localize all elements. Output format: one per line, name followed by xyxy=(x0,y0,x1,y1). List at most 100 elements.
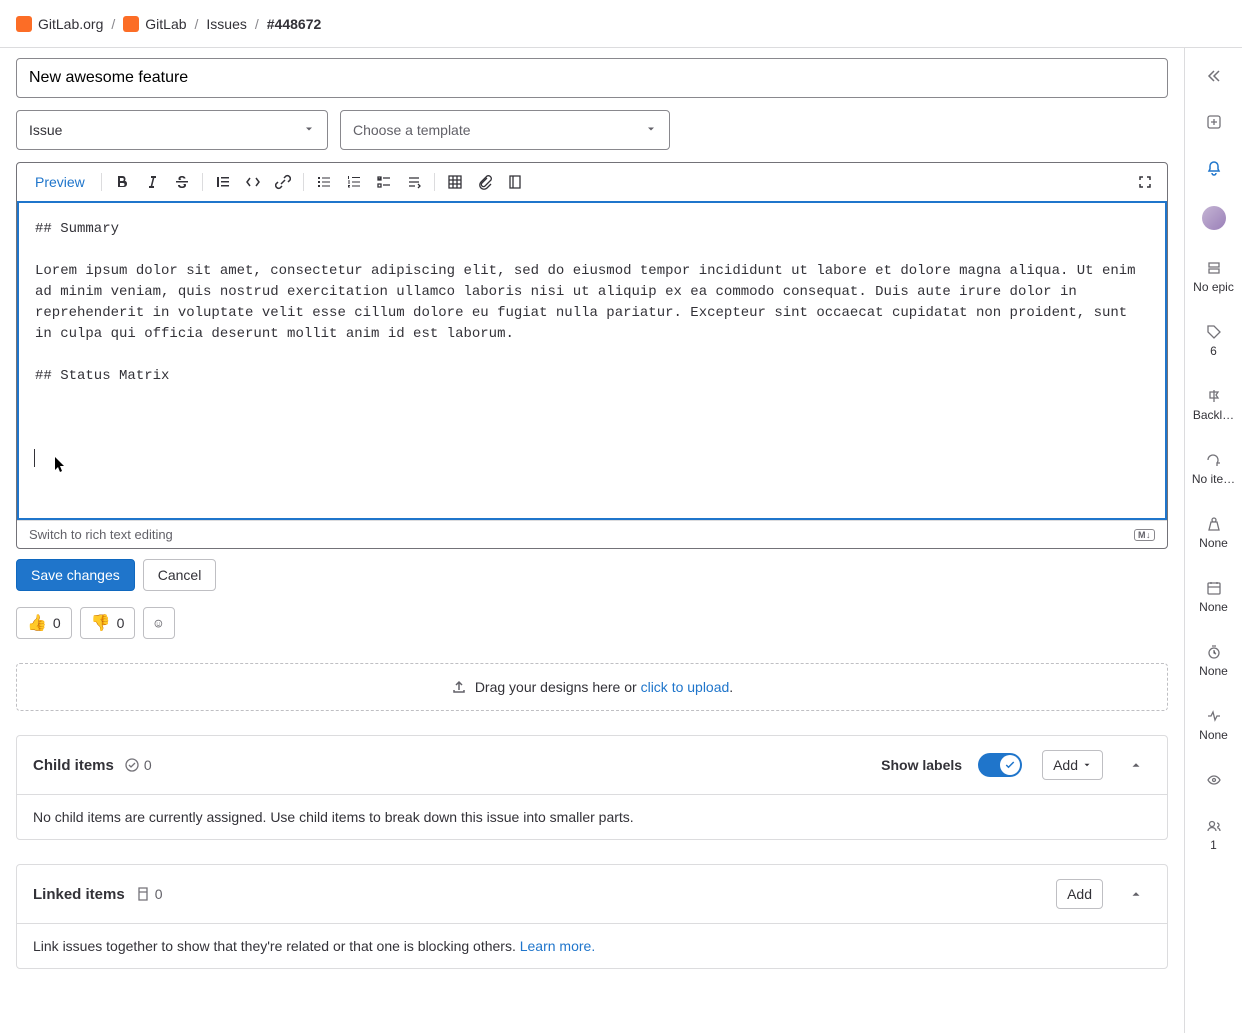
chevron-up-icon xyxy=(1129,758,1143,772)
sidebar-health[interactable]: None xyxy=(1199,708,1228,742)
sidebar-assignee[interactable] xyxy=(1202,206,1226,230)
issue-icon xyxy=(124,757,140,773)
chevron-up-icon xyxy=(1129,887,1143,901)
linked-items-add-button[interactable]: Add xyxy=(1056,879,1103,909)
linked-items-collapse[interactable] xyxy=(1121,879,1151,909)
thumbs-up-count: 0 xyxy=(53,615,61,631)
thumbs-up-reaction[interactable]: 👍 0 xyxy=(16,607,72,639)
sidebar-iteration[interactable]: No ite… xyxy=(1192,452,1235,486)
sidebar-health-label: None xyxy=(1199,728,1228,742)
sidebar-participants[interactable]: 1 xyxy=(1206,818,1222,852)
markdown-badge[interactable]: M↓ xyxy=(1134,529,1155,541)
sidebar-notifications[interactable] xyxy=(1206,160,1222,176)
text-caret xyxy=(34,449,35,467)
toolbar-separator xyxy=(434,173,435,191)
breadcrumbs: GitLab.org / GitLab / Issues / #448672 xyxy=(0,0,1242,48)
linked-items-count-value: 0 xyxy=(155,886,163,902)
sidebar-milestone-label: Backl… xyxy=(1193,408,1234,422)
show-labels-toggle[interactable] xyxy=(978,753,1022,777)
dropzone-text-after: . xyxy=(729,679,733,695)
child-items-collapse[interactable] xyxy=(1121,750,1151,780)
save-button[interactable]: Save changes xyxy=(16,559,135,591)
cancel-button[interactable]: Cancel xyxy=(143,559,217,591)
code-button[interactable] xyxy=(239,168,267,196)
editor-toolbar: Preview xyxy=(17,163,1167,203)
attach-button[interactable] xyxy=(471,168,499,196)
sidebar-epic-label: No epic xyxy=(1193,280,1234,294)
show-labels-text: Show labels xyxy=(881,757,962,773)
thumbs-down-count: 0 xyxy=(117,615,125,631)
design-dropzone[interactable]: Drag your designs here or click to uploa… xyxy=(16,663,1168,711)
breadcrumb-project-link[interactable]: GitLab xyxy=(145,16,186,32)
iteration-icon xyxy=(1205,452,1221,468)
link-icon xyxy=(135,886,151,902)
breadcrumb-issues-link[interactable]: Issues xyxy=(206,16,246,32)
preview-button[interactable]: Preview xyxy=(25,168,95,196)
issue-type-select[interactable]: Issue xyxy=(16,110,328,150)
sidebar-add-button[interactable] xyxy=(1206,114,1222,130)
sidebar-iteration-label: No ite… xyxy=(1192,472,1235,486)
switch-rich-text-link[interactable]: Switch to rich text editing xyxy=(29,527,173,542)
child-items-add-button[interactable]: Add xyxy=(1042,750,1103,780)
chevron-down-icon xyxy=(303,122,315,138)
gitlab-logo-icon xyxy=(16,16,32,32)
sidebar-confidentiality[interactable] xyxy=(1206,772,1222,788)
child-items-count-value: 0 xyxy=(144,757,152,773)
issue-title-input[interactable] xyxy=(16,58,1168,98)
child-items-title: Child items xyxy=(33,757,114,774)
linked-items-learn-more[interactable]: Learn more. xyxy=(520,938,595,954)
sidebar-milestone[interactable]: Backl… xyxy=(1193,388,1234,422)
template-select[interactable]: Choose a template xyxy=(340,110,670,150)
eye-icon xyxy=(1206,772,1222,788)
selects-row: Issue Choose a template xyxy=(16,110,1168,150)
sidebar-epic[interactable]: No epic xyxy=(1193,260,1234,294)
italic-button[interactable] xyxy=(138,168,166,196)
reactions-bar: 👍 0 👎 0 xyxy=(16,607,1168,639)
child-items-body: No child items are currently assigned. U… xyxy=(17,794,1167,839)
sidebar-time-label: None xyxy=(1199,664,1228,678)
dropzone-text-before: Drag your designs here or xyxy=(475,679,641,695)
breadcrumb-issue-id: #448672 xyxy=(267,16,322,32)
child-items-empty-text: No child items are currently assigned. U… xyxy=(33,809,634,825)
health-icon xyxy=(1206,708,1222,724)
task-list-button[interactable] xyxy=(370,168,398,196)
fullscreen-button[interactable] xyxy=(1131,168,1159,196)
toolbar-separator xyxy=(101,173,102,191)
users-icon xyxy=(1206,818,1222,834)
thumbs-down-reaction[interactable]: 👎 0 xyxy=(80,607,136,639)
sidebar-participants-count: 1 xyxy=(1210,838,1217,852)
epic-icon xyxy=(1206,260,1222,276)
dropzone-upload-link[interactable]: click to upload xyxy=(641,679,730,695)
bullet-list-button[interactable] xyxy=(310,168,338,196)
sidebar-labels[interactable]: 6 xyxy=(1206,324,1222,358)
quick-action-button[interactable] xyxy=(501,168,529,196)
table-button[interactable] xyxy=(441,168,469,196)
add-label: Add xyxy=(1067,886,1092,902)
toolbar-separator xyxy=(202,173,203,191)
ordered-list-button[interactable] xyxy=(340,168,368,196)
sidebar-weight[interactable]: None xyxy=(1199,516,1228,550)
linked-items-body: Link issues together to show that they'r… xyxy=(17,923,1167,968)
chevron-down-icon xyxy=(1082,760,1092,770)
add-reaction-button[interactable] xyxy=(143,607,175,639)
description-textarea[interactable] xyxy=(35,219,1149,499)
smile-plus-icon xyxy=(154,615,164,631)
sidebar-time-tracking[interactable]: None xyxy=(1199,644,1228,678)
editor-body xyxy=(17,203,1167,520)
collapsible-button[interactable] xyxy=(400,168,428,196)
breadcrumb-project[interactable]: GitLab xyxy=(123,16,186,32)
sidebar-collapse-button[interactable] xyxy=(1206,68,1222,84)
avatar-icon xyxy=(1202,206,1226,230)
quote-button[interactable] xyxy=(209,168,237,196)
link-button[interactable] xyxy=(269,168,297,196)
weight-icon xyxy=(1206,516,1222,532)
bold-button[interactable] xyxy=(108,168,136,196)
bell-icon xyxy=(1206,160,1222,176)
strikethrough-button[interactable] xyxy=(168,168,196,196)
breadcrumb-org[interactable]: GitLab.org xyxy=(16,16,103,32)
breadcrumb-org-link[interactable]: GitLab.org xyxy=(38,16,103,32)
breadcrumb-separator: / xyxy=(111,16,115,32)
linked-items-header: Linked items 0 Add xyxy=(17,865,1167,923)
sidebar-dates[interactable]: None xyxy=(1199,580,1228,614)
linked-items-panel: Linked items 0 Add Link issues together … xyxy=(16,864,1168,969)
